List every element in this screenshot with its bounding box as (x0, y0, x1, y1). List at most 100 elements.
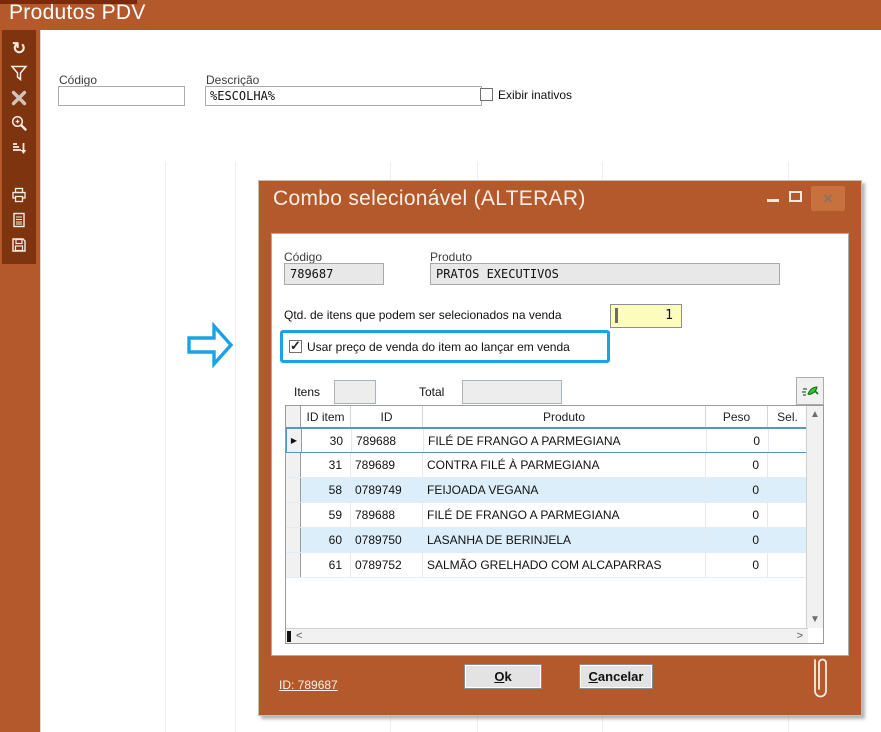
exibir-inativos-label: Exibir inativos (498, 88, 572, 102)
items-cell (286, 553, 301, 577)
refresh-icon[interactable]: ↻ (8, 37, 30, 59)
items-cell: 61 (301, 553, 351, 577)
record-id-link[interactable]: ID: 789687 (279, 678, 338, 692)
items-row-selector-header (286, 406, 301, 427)
print-icon[interactable] (8, 184, 30, 206)
green-pen-icon (800, 381, 820, 401)
clear-filter-icon[interactable] (8, 87, 30, 109)
usar-preco-label: Usar preço de venda do item ao lançar em… (307, 340, 570, 354)
maximize-icon[interactable] (789, 191, 802, 202)
dialog-produto-field: PRATOS EXECUTIVOS (430, 263, 780, 285)
codigo-filter-input[interactable] (58, 86, 185, 106)
top-window-edge (0, 0, 137, 4)
items-cell (286, 528, 301, 552)
items-col-id-item[interactable]: ID item (301, 406, 351, 427)
dialog-codigo-label: Código (284, 250, 322, 264)
annotation-arrow-icon (186, 322, 246, 368)
qty-label: Qtd. de itens que podem ser selecionados… (284, 308, 562, 322)
paperclip-icon (807, 653, 833, 710)
annotation-highlight-box: Usar preço de venda do item ao lançar em… (280, 330, 610, 363)
left-sidebar: ↻ (0, 30, 40, 732)
grid-column-line (165, 162, 166, 732)
save-icon[interactable] (8, 234, 30, 256)
app-titlebar: Produtos PDV (0, 0, 881, 30)
items-cell: 0 (706, 478, 768, 502)
items-cell: 0 (706, 553, 768, 577)
items-cell: 58 (301, 478, 351, 502)
close-icon[interactable]: × (811, 186, 845, 211)
items-col-sel[interactable]: Sel. (768, 406, 808, 427)
descricao-filter-label: Descrição (206, 73, 259, 87)
grid-column-line (235, 162, 236, 732)
items-cell: 0789749 (351, 478, 423, 502)
items-cell: 789689 (351, 453, 423, 477)
items-horizontal-scrollbar[interactable]: < > (286, 628, 808, 643)
items-cell (768, 478, 808, 502)
cancel-button[interactable]: Cancelar (579, 664, 653, 689)
dialog-produto-label: Produto (430, 250, 472, 264)
usar-preco-checkbox[interactable] (289, 340, 302, 353)
minimize-icon[interactable] (767, 199, 779, 202)
items-cell: 0 (706, 528, 768, 552)
total-field (462, 380, 562, 404)
items-cell: 0789750 (351, 528, 423, 552)
items-table-header: ID item ID Produto Peso Sel. (286, 406, 823, 428)
items-cell (768, 503, 808, 527)
descricao-filter-input[interactable] (205, 86, 482, 106)
scroll-down-icon[interactable]: ▼ (810, 611, 820, 628)
itens-field (334, 380, 376, 404)
zoom-icon[interactable] (8, 112, 30, 134)
ok-button[interactable]: Ok (464, 664, 542, 689)
items-cell: 60 (301, 528, 351, 552)
combo-dialog: Combo selecionável (ALTERAR) × Código 78… (258, 180, 862, 716)
items-table-row[interactable]: 59789688FILÉ DE FRANGO A PARMEGIANA0 (286, 503, 823, 528)
items-cell: CONTRA FILÉ À PARMEGIANA (423, 453, 706, 477)
exibir-inativos-checkbox[interactable] (480, 88, 493, 101)
qty-input[interactable]: 1 (610, 304, 682, 328)
items-cell: SALMÃO GRELHADO COM ALCAPARRAS (423, 553, 706, 577)
items-cell: 0 (706, 503, 768, 527)
refresh-items-button[interactable] (796, 377, 824, 405)
items-cell (286, 453, 301, 477)
codigo-filter-label: Código (59, 73, 97, 87)
text-cursor (615, 308, 618, 323)
sort-icon[interactable] (8, 137, 30, 159)
items-table-row[interactable]: 600789750LASANHA DE BERINJELA0 (286, 528, 823, 553)
current-row-marker-icon: ▶ (291, 436, 297, 445)
items-cell: 59 (301, 503, 351, 527)
items-cell (768, 528, 808, 552)
items-table-row[interactable]: 580789749FEIJOADA VEGANA0 (286, 478, 823, 503)
dialog-codigo-field: 789687 (284, 263, 384, 285)
items-cell: FILÉ DE FRANGO A PARMEGIANA (424, 429, 707, 452)
items-cell: FILÉ DE FRANGO A PARMEGIANA (423, 503, 706, 527)
items-col-produto[interactable]: Produto (423, 406, 706, 427)
filter-icon[interactable] (8, 62, 30, 84)
items-cell: 0 (707, 429, 769, 452)
items-cell: 789688 (351, 503, 423, 527)
items-col-id[interactable]: ID (351, 406, 423, 427)
items-table-row[interactable]: 610789752SALMÃO GRELHADO COM ALCAPARRAS0 (286, 553, 823, 578)
items-table-row[interactable]: ▶30789688FILÉ DE FRANGO A PARMEGIANA0 (286, 428, 823, 453)
scroll-up-icon[interactable]: ▲ (810, 406, 820, 423)
report-icon[interactable] (8, 209, 30, 231)
scroll-right-icon[interactable]: > (792, 630, 808, 642)
items-col-peso[interactable]: Peso (706, 406, 768, 427)
items-cell: 0 (706, 453, 768, 477)
items-table-body: ▶30789688FILÉ DE FRANGO A PARMEGIANA0317… (286, 428, 823, 578)
scroll-left-icon[interactable]: < (291, 630, 307, 642)
items-cell: LASANHA DE BERINJELA (423, 528, 706, 552)
itens-label: Itens (294, 385, 320, 399)
items-cell: ▶ (287, 429, 302, 452)
items-cell: FEIJOADA VEGANA (423, 478, 706, 502)
items-cell: 30 (302, 429, 352, 452)
items-cell: 31 (301, 453, 351, 477)
items-cell (286, 478, 301, 502)
items-cell (768, 553, 808, 577)
items-cell (768, 453, 808, 477)
dialog-title: Combo selecionável (ALTERAR) (273, 187, 586, 211)
items-table-row[interactable]: 31789689CONTRA FILÉ À PARMEGIANA0 (286, 453, 823, 478)
dialog-body: Código 789687 Produto PRATOS EXECUTIVOS … (271, 233, 849, 656)
items-vertical-scrollbar[interactable]: ▲ ▼ (806, 406, 823, 628)
items-cell (286, 503, 301, 527)
items-cell (769, 429, 809, 452)
